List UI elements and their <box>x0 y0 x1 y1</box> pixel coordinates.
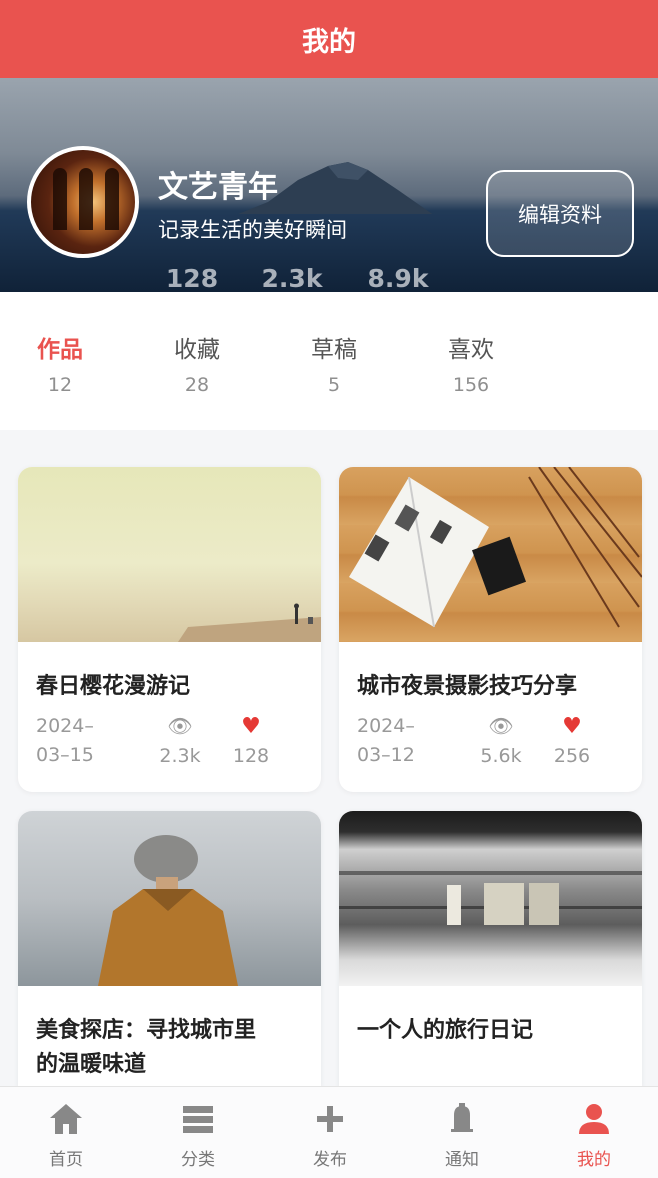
nav-home[interactable]: 首页 <box>6 1099 126 1170</box>
likes-count: 256 <box>553 745 591 767</box>
post-card[interactable]: 城市夜景摄影技巧分享 2024– 03–12 👁 5.6k ♥ 256 <box>339 467 642 792</box>
stat-following[interactable]: 128 关注 <box>142 264 242 292</box>
post-date-line: 2024– <box>357 715 415 737</box>
post-date-line: 2024– <box>36 715 94 737</box>
stat-likes[interactable]: 8.9k 获赞 <box>348 264 448 292</box>
nav-label: 我的 <box>577 1150 611 1170</box>
tab-label: 草稿 <box>311 337 357 363</box>
plus-icon <box>270 1099 390 1139</box>
tab-count: 28 <box>184 374 210 396</box>
nav-label: 首页 <box>49 1150 83 1170</box>
post-meta: 2024– 03–12 👁 5.6k ♥ 256 <box>339 712 642 782</box>
heart-icon: ♥ <box>241 714 261 739</box>
eye-icon: 👁 <box>167 714 193 738</box>
avatar[interactable] <box>27 146 139 258</box>
nav-notifications[interactable]: 通知 <box>402 1099 522 1170</box>
top-bar: 我的 <box>0 0 658 78</box>
nav-publish[interactable]: 发布 <box>270 1099 390 1170</box>
post-thumbnail <box>339 467 642 642</box>
nav-category[interactable]: 分类 <box>138 1099 258 1170</box>
nav-label: 发布 <box>313 1150 347 1170</box>
tab-count: 156 <box>452 374 490 396</box>
tab-count: 12 <box>47 374 73 396</box>
tab-label: 作品 <box>37 337 83 363</box>
tab-liked[interactable]: 喜欢 156 <box>421 330 521 396</box>
nav-label: 通知 <box>445 1150 479 1170</box>
profile-banner: 文艺青年 记录生活的美好瞬间 128 关注 2.3k 粉丝 8.9k 获赞 编辑… <box>0 78 658 292</box>
nav-label: 分类 <box>181 1150 215 1170</box>
post-thumbnail <box>339 811 642 986</box>
post-date-line: 03–12 <box>357 744 415 766</box>
views-count: 5.6k <box>480 745 522 767</box>
post-card[interactable]: 美食探店：寻找城市里 的温暖味道 <box>18 811 321 1101</box>
home-icon <box>6 1099 126 1139</box>
category-icon <box>138 1099 258 1139</box>
post-meta: 2024– 03–15 👁 2.3k ♥ 128 <box>18 712 321 782</box>
nav-profile[interactable]: 我的 <box>534 1099 654 1170</box>
post-title: 春日樱花漫游记 <box>36 674 191 699</box>
post-title: 一个人的旅行日记 <box>357 1018 534 1043</box>
edit-profile-button[interactable]: 编辑资料 <box>486 170 634 257</box>
eye-icon: 👁 <box>488 714 514 738</box>
tab-drafts[interactable]: 草稿 5 <box>284 330 384 396</box>
post-card[interactable]: 一个人的旅行日记 <box>339 811 642 1101</box>
views-count: 2.3k <box>159 745 201 767</box>
tab-label: 喜欢 <box>448 337 494 363</box>
stat-followers[interactable]: 2.3k 粉丝 <box>242 264 342 292</box>
stat-value: 8.9k <box>367 264 429 292</box>
post-views: 👁 5.6k <box>461 712 541 771</box>
post-thumbnail <box>18 811 321 986</box>
tab-favorites[interactable]: 收藏 28 <box>147 330 247 396</box>
user-icon <box>534 1099 654 1139</box>
post-title-line: 美食探店：寻找城市里 <box>36 1018 257 1043</box>
post-date: 2024– 03–12 <box>357 712 447 770</box>
post-date-line: 03–15 <box>36 744 94 766</box>
post-likes[interactable]: ♥ 256 <box>537 712 607 771</box>
post-title: 美食探店：寻找城市里 的温暖味道 <box>18 986 321 1082</box>
post-title: 城市夜景摄影技巧分享 <box>357 674 578 699</box>
post-date: 2024– 03–15 <box>36 712 126 770</box>
post-likes[interactable]: ♥ 128 <box>216 712 286 771</box>
stat-value: 2.3k <box>261 264 323 292</box>
tab-label: 收藏 <box>174 337 220 363</box>
likes-count: 128 <box>232 745 270 767</box>
page-title: 我的 <box>302 26 356 58</box>
bell-icon <box>402 1099 522 1139</box>
post-card[interactable]: 春日樱花漫游记 2024– 03–15 👁 2.3k ♥ 128 <box>18 467 321 792</box>
content-tabs: 作品 12 收藏 28 草稿 5 喜欢 156 <box>0 292 658 430</box>
stat-value: 128 <box>165 264 219 292</box>
post-thumbnail <box>18 467 321 642</box>
post-views: 👁 2.3k <box>140 712 220 771</box>
post-title-line: 的温暖味道 <box>36 1052 147 1077</box>
username: 文艺青年 <box>158 170 278 205</box>
user-bio: 记录生活的美好瞬间 <box>158 218 347 242</box>
tab-works[interactable]: 作品 12 <box>10 330 110 396</box>
heart-icon: ♥ <box>562 714 582 739</box>
tab-count: 5 <box>327 374 341 396</box>
bottom-navigation: 首页 分类 发布 通知 我的 <box>0 1086 658 1178</box>
